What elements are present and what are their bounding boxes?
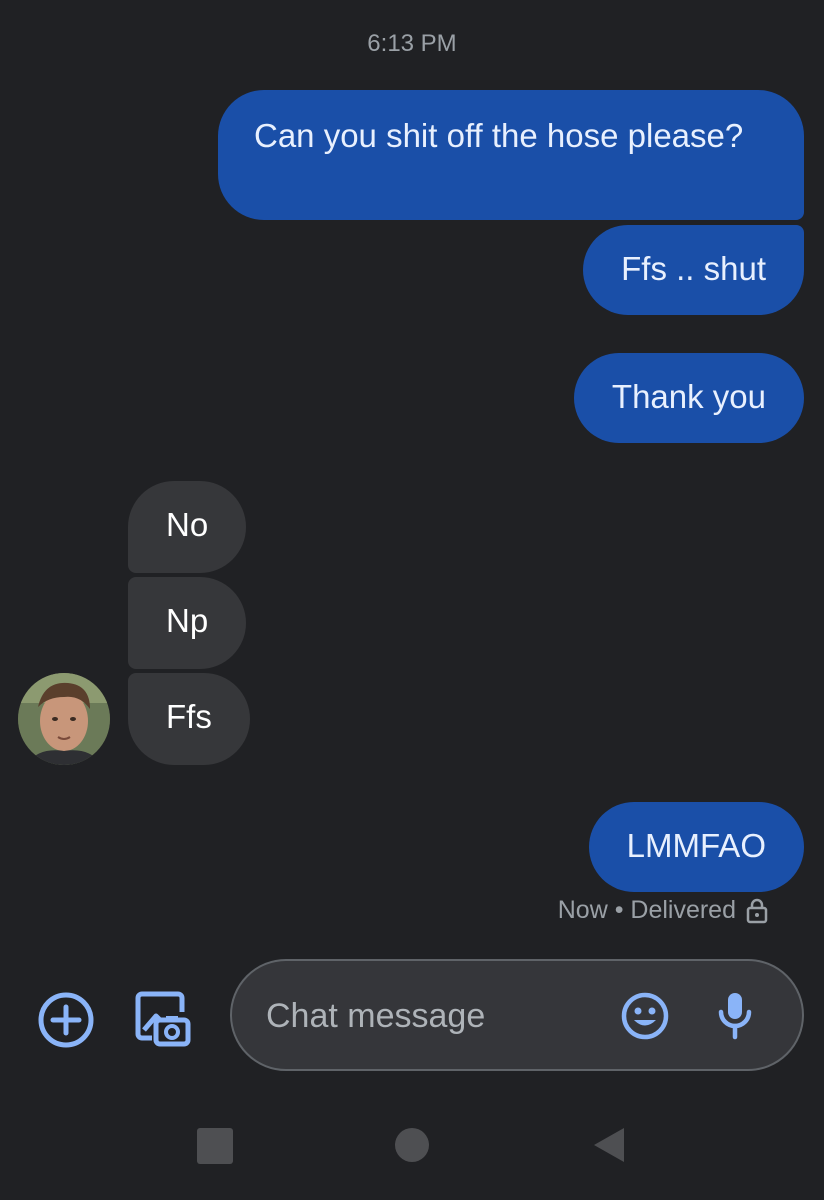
recents-square-icon[interactable]: [197, 1128, 233, 1164]
outgoing-message-bubble[interactable]: Can you shit off the hose please?: [218, 90, 804, 220]
message-timestamp: 6:13 PM: [367, 30, 457, 57]
incoming-message-bubble[interactable]: Np: [128, 577, 247, 669]
lock-icon: [746, 898, 768, 923]
outgoing-message-bubble[interactable]: Ffs .. shut: [583, 225, 804, 315]
chat-message-input[interactable]: [264, 989, 598, 1043]
incoming-message-bubble[interactable]: No: [128, 481, 247, 573]
emoji-button[interactable]: [618, 989, 672, 1043]
delivery-status-text: Now • Delivered: [557, 896, 736, 924]
add-attachment-button[interactable]: [34, 988, 98, 1052]
chat-screen: 6:13 PM Can you shit off the hose please…: [0, 0, 824, 1200]
home-circle-icon[interactable]: [395, 1128, 429, 1162]
add-circle-icon: [38, 992, 94, 1048]
emoji-icon: [621, 992, 669, 1040]
back-triangle-icon[interactable]: [590, 1126, 626, 1164]
incoming-message-bubble[interactable]: Ffs: [128, 673, 250, 765]
contact-avatar[interactable]: [18, 673, 110, 765]
gallery-camera-icon: [135, 991, 191, 1047]
avatar-portrait: [18, 673, 110, 765]
outgoing-message-bubble[interactable]: LMMFAO: [588, 802, 804, 892]
gallery-camera-button[interactable]: [130, 986, 194, 1050]
outgoing-message-bubble[interactable]: Thank you: [573, 353, 804, 443]
microphone-icon: [718, 993, 752, 1040]
compose-bar: [230, 959, 804, 1071]
system-navigation-bar: [0, 1110, 824, 1182]
voice-input-button[interactable]: [710, 989, 760, 1043]
delivery-status: Now • Delivered: [558, 896, 768, 925]
